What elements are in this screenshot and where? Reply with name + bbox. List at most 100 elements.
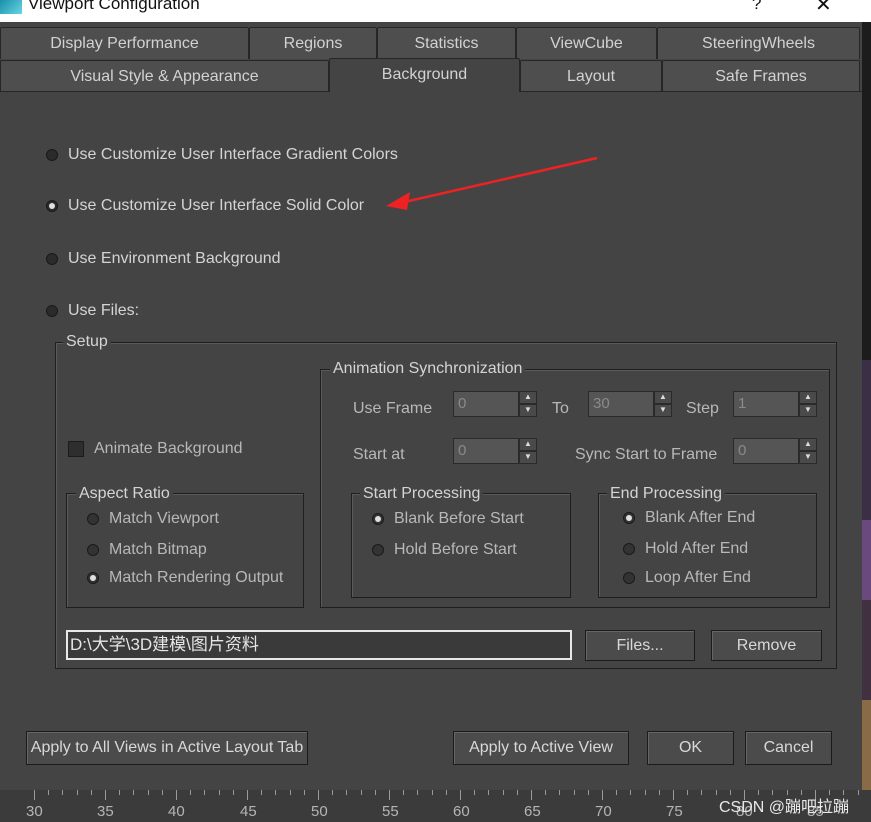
radio-blank-before-start[interactable] (372, 513, 384, 525)
ruler-label: 35 (97, 803, 114, 820)
ruler-tick (673, 790, 674, 800)
remove-button[interactable]: Remove (711, 630, 822, 661)
spinner-up-icon[interactable]: ▲ (519, 438, 537, 451)
ruler-tick (133, 790, 135, 795)
spinner-down-icon[interactable]: ▼ (519, 451, 537, 464)
files-button[interactable]: Files... (585, 630, 695, 661)
sync-start-spinner[interactable]: 0 ▲ ▼ (733, 438, 817, 464)
tab-safe-frames[interactable]: Safe Frames (662, 60, 860, 92)
spinner-up-icon[interactable]: ▲ (519, 391, 537, 404)
spinner-down-icon[interactable]: ▼ (799, 451, 817, 464)
ruler-tick (232, 790, 234, 795)
hold-before-start[interactable]: Hold Before Start (372, 541, 517, 559)
help-button[interactable]: ? (752, 0, 761, 14)
tab-viewcube[interactable]: ViewCube (516, 27, 657, 59)
animate-background-checkbox[interactable] (68, 441, 84, 457)
start-at-spinner[interactable]: 0 ▲ ▼ (453, 438, 537, 464)
match-rendering-label: Match Rendering Output (109, 569, 284, 586)
ruler-tick (218, 790, 220, 795)
option-use-files[interactable]: Use Files: (46, 302, 139, 320)
ruler-tick (630, 790, 632, 795)
start-at-input[interactable]: 0 (453, 438, 519, 464)
radio-match-rendering[interactable] (87, 572, 99, 584)
spinner-down-icon[interactable]: ▼ (654, 404, 672, 417)
tab-layout[interactable]: Layout (520, 60, 662, 92)
radio-environment[interactable] (46, 253, 58, 265)
ruler-label: 70 (595, 803, 612, 820)
loop-after-end-label: Loop After End (645, 569, 751, 586)
sync-start-input[interactable]: 0 (733, 438, 799, 464)
ruler-tick (289, 790, 291, 795)
to-spinner[interactable]: 30 ▲ ▼ (588, 391, 672, 417)
aspect-match-bitmap[interactable]: Match Bitmap (87, 541, 207, 559)
setup-label: Setup (63, 333, 111, 351)
radio-hold-before-start[interactable] (372, 544, 384, 556)
option-gradient-label: Use Customize User Interface Gradient Co… (68, 146, 398, 163)
spinner-up-icon[interactable]: ▲ (799, 438, 817, 451)
radio-solid-color[interactable] (46, 200, 58, 212)
app-icon (0, 0, 22, 14)
tab-statistics[interactable]: Statistics (377, 27, 516, 59)
ruler-tick (303, 790, 305, 795)
radio-match-bitmap[interactable] (87, 544, 99, 556)
loop-after-end[interactable]: Loop After End (623, 569, 751, 587)
ruler-label: 50 (311, 803, 328, 820)
option-gradient-colors[interactable]: Use Customize User Interface Gradient Co… (46, 146, 398, 164)
ruler-tick (857, 790, 859, 795)
ruler-tick (90, 790, 92, 795)
to-input[interactable]: 30 (588, 391, 654, 417)
step-input[interactable]: 1 (733, 391, 799, 417)
ruler-tick (204, 790, 206, 795)
tab-steeringwheels[interactable]: SteeringWheels (657, 27, 860, 59)
ruler-tick (318, 790, 319, 800)
use-frame-spinner[interactable]: 0 ▲ ▼ (453, 391, 537, 417)
radio-loop-after-end[interactable] (623, 572, 635, 584)
use-frame-label: Use Frame (353, 400, 433, 417)
tab-background[interactable]: Background (329, 58, 520, 92)
tab-display-performance[interactable]: Display Performance (0, 27, 249, 59)
ruler-tick (616, 790, 618, 795)
spinner-up-icon[interactable]: ▲ (654, 391, 672, 404)
hold-after-end-label: Hold After End (645, 540, 749, 557)
aspect-match-viewport[interactable]: Match Viewport (87, 510, 219, 528)
match-viewport-label: Match Viewport (109, 510, 219, 527)
option-environment[interactable]: Use Environment Background (46, 250, 281, 268)
tab-regions[interactable]: Regions (249, 27, 377, 59)
ruler-tick (715, 790, 717, 795)
blank-after-end-label: Blank After End (645, 509, 756, 526)
tab-visual-style[interactable]: Visual Style & Appearance (0, 60, 329, 92)
radio-hold-after-end[interactable] (623, 543, 635, 555)
radio-blank-after-end[interactable] (623, 512, 635, 524)
file-path-field[interactable]: D:\大学\3D建模\图片资料 (66, 630, 572, 660)
ruler-tick (644, 790, 646, 795)
spinner-down-icon[interactable]: ▼ (799, 404, 817, 417)
ruler-tick (360, 790, 362, 795)
ruler-tick (460, 790, 461, 800)
blank-before-start-label: Blank Before Start (394, 510, 524, 527)
hold-after-end[interactable]: Hold After End (623, 540, 748, 558)
cancel-button[interactable]: Cancel (745, 731, 832, 765)
close-icon[interactable]: ✕ (815, 0, 832, 17)
radio-use-files[interactable] (46, 305, 58, 317)
ruler-tick (161, 790, 163, 795)
animate-background[interactable]: Animate Background (68, 440, 243, 458)
ruler-tick (190, 790, 192, 795)
ruler-tick (147, 790, 149, 795)
use-frame-input[interactable]: 0 (453, 391, 519, 417)
radio-match-viewport[interactable] (87, 513, 99, 525)
blank-before-start[interactable]: Blank Before Start (372, 510, 524, 528)
option-solid-color[interactable]: Use Customize User Interface Solid Color (46, 197, 364, 215)
ruler-tick (76, 790, 78, 795)
apply-all-views-button[interactable]: Apply to All Views in Active Layout Tab (26, 731, 308, 765)
radio-gradient[interactable] (46, 149, 58, 161)
step-spinner[interactable]: 1 ▲ ▼ (733, 391, 817, 417)
aspect-match-rendering[interactable]: Match Rendering Output (87, 569, 283, 587)
end-processing-label: End Processing (607, 485, 726, 503)
blank-after-end[interactable]: Blank After End (623, 509, 755, 527)
apply-active-view-button[interactable]: Apply to Active View (453, 731, 629, 765)
ruler-tick (658, 790, 660, 795)
ok-button[interactable]: OK (647, 731, 734, 765)
spinner-down-icon[interactable]: ▼ (519, 404, 537, 417)
spinner-up-icon[interactable]: ▲ (799, 391, 817, 404)
ruler-tick (119, 790, 121, 795)
